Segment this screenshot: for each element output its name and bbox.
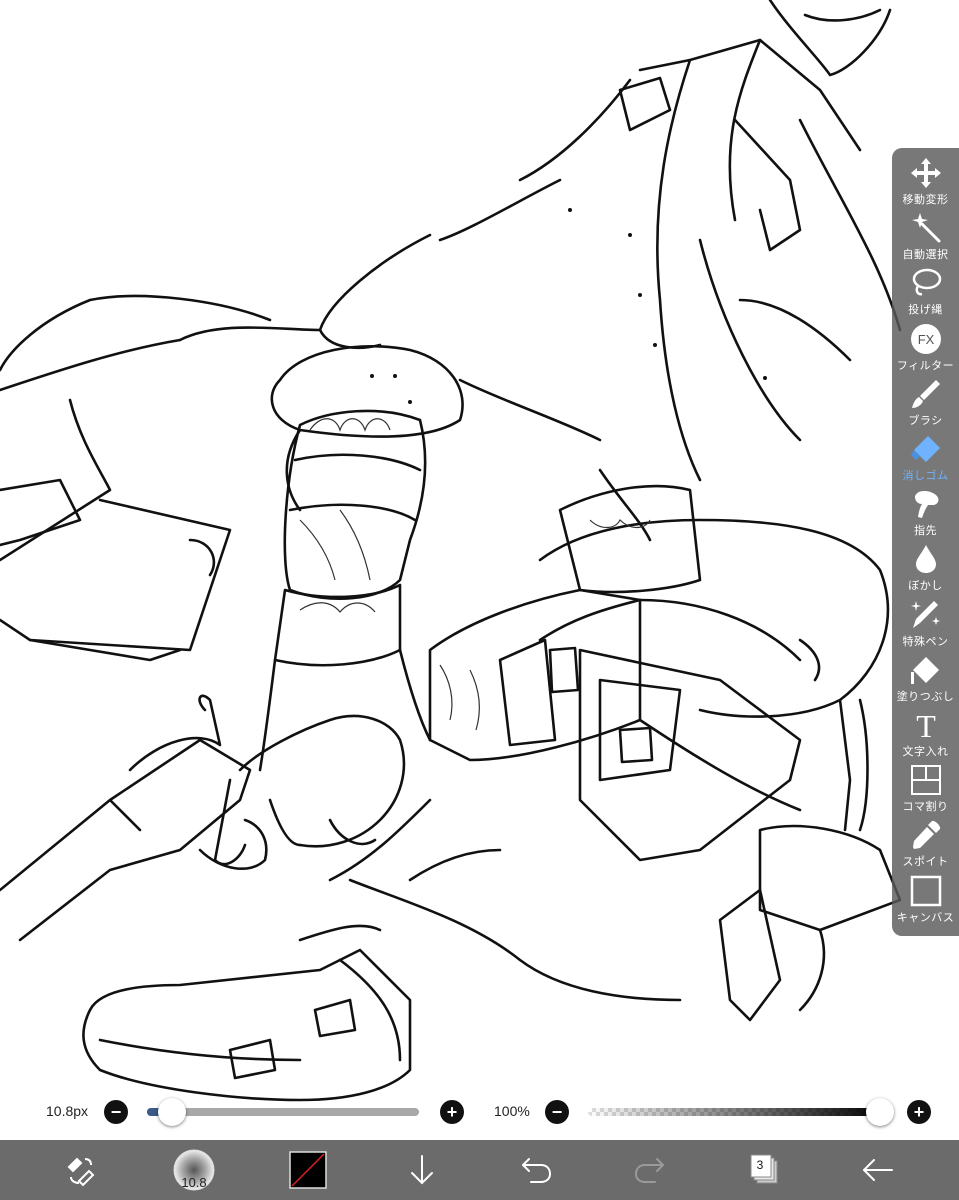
svg-text:T: T <box>916 709 936 741</box>
tool-switch-button[interactable] <box>58 1148 102 1192</box>
opacity-increase-button[interactable]: + <box>907 1100 931 1124</box>
download-arrow-icon <box>411 1155 433 1185</box>
tool-label: キャンバス <box>896 911 955 924</box>
magic-wand-icon <box>909 211 943 245</box>
tool-special[interactable]: 特殊ペン <box>892 598 959 653</box>
opacity-knob[interactable] <box>866 1098 894 1126</box>
size-increase-button[interactable]: + <box>440 1100 464 1124</box>
download-button[interactable] <box>400 1148 444 1192</box>
tool-label: 特殊ペン <box>902 635 949 648</box>
tool-label: 塗りつぶし <box>896 690 955 703</box>
special-pen-icon <box>909 598 943 632</box>
undo-button[interactable] <box>514 1148 558 1192</box>
tool-eraser[interactable]: 消しゴム <box>892 432 959 487</box>
blur-drop-icon <box>909 542 943 576</box>
redo-button[interactable] <box>628 1148 672 1192</box>
tool-label: ブラシ <box>908 414 943 427</box>
brush-size-slider[interactable] <box>147 1108 419 1116</box>
tool-fill[interactable]: 塗りつぶし <box>892 653 959 708</box>
color-swatch-icon <box>289 1151 327 1189</box>
tool-label: 指先 <box>914 525 937 538</box>
brush-size-knob[interactable] <box>157 1098 186 1126</box>
canvas-icon <box>909 874 943 908</box>
opacity-decrease-button[interactable]: − <box>545 1100 569 1124</box>
fill-bucket-icon <box>909 653 943 687</box>
bottom-toolbar: 10.8 3 <box>0 1140 959 1200</box>
tool-blur[interactable]: ぼかし <box>892 542 959 597</box>
tool-panel: 移動変形自動選択投げ縄 FX フィルターブラシ消しゴム指先ぼかし特殊ペン塗りつぶし T… <box>892 148 959 936</box>
lasso-icon <box>909 266 943 300</box>
tool-filter[interactable]: FX フィルター <box>892 322 959 377</box>
tool-label: 移動変形 <box>902 194 949 206</box>
frame-divider-icon <box>909 763 943 797</box>
back-button[interactable] <box>856 1148 900 1192</box>
tool-label: 消しゴム <box>902 470 949 482</box>
tool-move[interactable]: 移動変形 <box>892 156 959 211</box>
tool-label: 文字入れ <box>902 746 949 758</box>
opacity-slider[interactable] <box>588 1108 884 1116</box>
fx-icon: FX <box>909 322 943 356</box>
brush-size-value: 10.8px <box>46 1103 89 1119</box>
size-decrease-button[interactable]: − <box>104 1100 128 1124</box>
svg-text:FX: FX <box>917 332 934 347</box>
finger-smudge-icon <box>909 487 943 521</box>
brush-size-label: 10.8 <box>181 1175 207 1190</box>
tool-switch-icon <box>67 1157 95 1187</box>
layers-button[interactable]: 3 <box>742 1148 786 1192</box>
tool-label: スポイト <box>902 856 949 869</box>
tool-label: ぼかし <box>908 580 943 593</box>
line-art <box>0 0 902 1102</box>
brush-size-button[interactable]: 10.8 <box>172 1148 216 1192</box>
eyedropper-icon <box>909 818 943 852</box>
tool-lasso[interactable]: 投げ縄 <box>892 266 959 321</box>
tool-magic[interactable]: 自動選択 <box>892 211 959 266</box>
opacity-value: 100% <box>494 1103 530 1119</box>
tool-frame[interactable]: コマ割り <box>892 763 959 818</box>
tool-dropper[interactable]: スポイト <box>892 818 959 873</box>
tool-text[interactable]: T 文字入れ <box>892 708 959 763</box>
tool-label: コマ割り <box>902 801 949 814</box>
text-icon: T <box>909 708 943 742</box>
move-arrows-icon <box>909 156 943 190</box>
drawing-canvas[interactable] <box>0 0 959 1200</box>
tool-brush[interactable]: ブラシ <box>892 377 959 432</box>
color-button[interactable] <box>286 1148 330 1192</box>
back-arrow-icon <box>863 1159 893 1181</box>
slider-row: 10.8px − + 100% − + <box>0 1094 959 1130</box>
tool-label: フィルター <box>896 359 955 372</box>
tool-finger[interactable]: 指先 <box>892 487 959 542</box>
redo-icon <box>635 1158 664 1183</box>
undo-icon <box>522 1158 551 1183</box>
eraser-icon <box>909 432 943 466</box>
layer-count: 3 <box>756 1158 764 1172</box>
tool-canvas[interactable]: キャンバス <box>892 874 959 929</box>
brush-icon <box>909 377 943 411</box>
tool-label: 自動選択 <box>902 249 949 262</box>
tool-label: 投げ縄 <box>908 304 943 317</box>
